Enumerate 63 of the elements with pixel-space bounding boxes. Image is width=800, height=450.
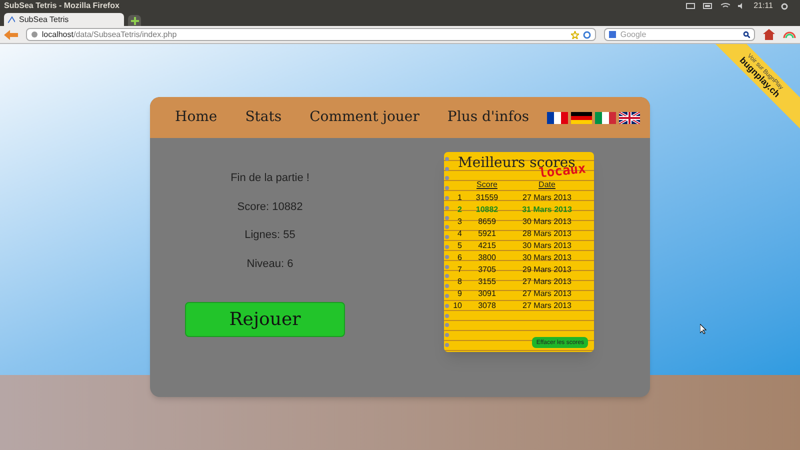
- rank-cell-text: 6: [456, 252, 462, 264]
- score-cell-text: 10882: [474, 204, 500, 216]
- mouse-cursor-icon: [700, 324, 707, 334]
- score-cell-text: 3078: [477, 300, 497, 312]
- rank-cell-text: 4: [456, 228, 462, 240]
- date-cell-text: 27 Mars 2013: [522, 300, 572, 312]
- date-cell-text: 30 Mars 2013: [522, 216, 572, 228]
- date-cell-text: 31 Mars 2013: [521, 204, 573, 216]
- date-cell-text: 27 Mars 2013: [522, 288, 572, 300]
- score-cell-text: 4215: [477, 240, 497, 252]
- window-title: SubSea Tetris - Mozilla Firefox: [4, 0, 120, 12]
- date-cell-text: 30 Mars 2013: [522, 240, 572, 252]
- battery-icon[interactable]: [702, 3, 713, 9]
- column-header: Date: [538, 179, 556, 191]
- rank-cell-text: 1: [456, 192, 462, 204]
- replay-button[interactable]: Rejouer: [185, 302, 345, 337]
- date-cell-text: 28 Mars 2013: [522, 228, 572, 240]
- rainbow-icon[interactable]: [783, 31, 796, 38]
- score-cell-text: 3705: [477, 264, 497, 276]
- globe-icon: [30, 31, 38, 38]
- rank-cell-text: 8: [456, 276, 462, 288]
- star-icon[interactable]: [571, 30, 580, 38]
- wifi-icon[interactable]: [720, 3, 730, 9]
- new-tab-button[interactable]: [128, 15, 141, 26]
- column-header: Score: [476, 179, 498, 191]
- rank-cell-text: 3: [456, 216, 462, 228]
- score-cell-text: 31559: [474, 192, 500, 204]
- level-indicator: Niveau: 6: [246, 256, 294, 272]
- score-cell-text: 5921: [477, 228, 497, 240]
- date-cell-text: 27 Mars 2013: [522, 276, 572, 288]
- clock[interactable]: 21:11: [754, 0, 773, 12]
- flag-icon[interactable]: [619, 112, 640, 124]
- plus-icon: [130, 16, 138, 24]
- flag-icon[interactable]: [547, 112, 568, 124]
- browser-tab[interactable]: SubSea Tetris: [4, 13, 124, 26]
- search-engine-icon[interactable]: [609, 31, 616, 38]
- nav-link[interactable]: Home: [175, 107, 218, 128]
- score-cell-text: 3155: [477, 276, 497, 288]
- reload-icon[interactable]: [583, 30, 592, 38]
- rank-cell-text: 10: [452, 300, 462, 312]
- home-icon[interactable]: [763, 29, 776, 40]
- search-field[interactable]: Google: [604, 28, 756, 41]
- nav-link[interactable]: Plus d'infos: [447, 107, 530, 128]
- rank-cell-text: 7: [456, 264, 462, 276]
- rank-cell-text: 5: [456, 240, 462, 252]
- lines-count: Lignes: 55: [244, 228, 296, 243]
- tetris-logo-icon: [8, 16, 15, 23]
- date-cell-text: 27 Mars 2013: [522, 192, 572, 204]
- final-score: Score: 10882: [237, 200, 303, 214]
- search-input[interactable]: Google: [620, 28, 740, 40]
- nav-link[interactable]: Stats: [245, 107, 282, 128]
- rank-cell-text: 9: [456, 288, 462, 300]
- rank-cell-text: 2: [456, 204, 462, 216]
- date-cell-text: 29 Mars 2013: [522, 264, 572, 276]
- score-cell-text: 8659: [477, 216, 497, 228]
- address-field[interactable]: localhost/data/SubseaTetris/index.php: [26, 28, 596, 41]
- date-cell-text: 30 Mars 2013: [522, 252, 572, 264]
- flag-icon[interactable]: [571, 112, 592, 124]
- nav-link[interactable]: Comment jouer: [310, 107, 420, 128]
- score-cell-text: 3800: [477, 252, 497, 264]
- game-over-message: Fin de la partie !: [230, 171, 310, 186]
- search-icon[interactable]: [743, 31, 750, 38]
- score-cell-text: 3091: [477, 288, 497, 300]
